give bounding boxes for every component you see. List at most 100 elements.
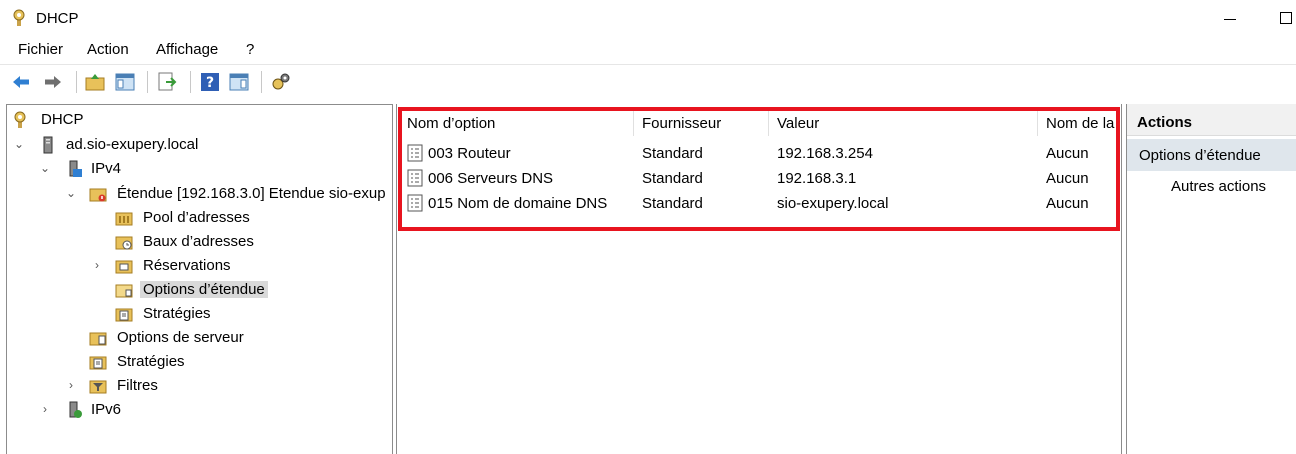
chevron-down-icon[interactable]: ⌄ (13, 137, 25, 151)
menu-help[interactable]: ? (246, 41, 254, 58)
reservations-icon (115, 260, 133, 274)
column-divider[interactable] (633, 110, 634, 136)
ipv4-icon (69, 160, 82, 177)
tree-item-leases[interactable]: Baux d’adresses (7, 231, 387, 253)
toolbar: ? (0, 64, 1296, 100)
table-row[interactable]: 015 Nom de domaine DNS Standard sio-exup… (397, 191, 1121, 216)
column-header-class-name[interactable]: Nom de la (1046, 115, 1114, 132)
tree-item-scope[interactable]: ⌄ Étendue [192.168.3.0] Etendue sio-exup (7, 183, 387, 205)
tree-item-pool[interactable]: Pool d’adresses (7, 207, 387, 229)
chevron-down-icon[interactable]: ⌄ (39, 161, 51, 175)
ipv6-icon (69, 401, 82, 418)
tree-label: Réservations (143, 257, 231, 274)
tree-label: ad.sio-exupery.local (66, 136, 199, 153)
cell-class-name: Aucun (1046, 170, 1089, 187)
dhcp-options-icon[interactable] (270, 71, 292, 93)
filters-icon (89, 380, 107, 394)
back-arrow-icon[interactable] (10, 71, 32, 93)
tree-label: Stratégies (117, 353, 185, 370)
column-divider[interactable] (1037, 110, 1038, 136)
column-header-vendor[interactable]: Fournisseur (642, 115, 721, 132)
maximize-button[interactable] (1276, 4, 1296, 32)
column-header-value[interactable]: Valeur (777, 115, 819, 132)
tree-label: Pool d’adresses (143, 209, 250, 226)
toolbar-separator (190, 71, 191, 93)
table-row[interactable]: 003 Routeur Standard 192.168.3.254 Aucun (397, 141, 1121, 166)
tree-item-filters[interactable]: › Filtres (7, 375, 387, 397)
tree-label: Stratégies (143, 305, 211, 322)
cell-value: 192.168.3.1 (777, 170, 857, 187)
menu-bar: Fichier Action Affichage ? (0, 36, 1296, 64)
cell-option-name: 003 Routeur (428, 145, 511, 162)
scope-folder-icon (89, 188, 107, 202)
cell-vendor: Standard (642, 170, 703, 187)
scope-options-icon (115, 284, 133, 298)
chevron-right-icon[interactable]: › (39, 402, 51, 416)
address-pool-icon (115, 212, 133, 226)
option-document-icon (407, 169, 423, 187)
svg-text:?: ? (206, 75, 214, 91)
menu-affichage[interactable]: Affichage (156, 41, 218, 58)
dhcp-app-icon (13, 9, 25, 26)
cell-class-name: Aucun (1046, 195, 1089, 212)
option-document-icon (407, 144, 423, 162)
tree-item-ipv6[interactable]: › IPv6 (7, 399, 387, 421)
option-document-icon (407, 194, 423, 212)
chevron-right-icon[interactable]: › (65, 378, 77, 392)
policies-icon (89, 356, 107, 370)
dhcp-icon (14, 111, 26, 128)
tree-label: IPv6 (91, 401, 122, 418)
cell-vendor: Standard (642, 195, 703, 212)
tree-label: Baux d’adresses (143, 233, 254, 250)
actions-title: Actions (1137, 114, 1193, 131)
column-header-option-name[interactable]: Nom d’option (407, 115, 495, 132)
toolbar-separator (261, 71, 262, 93)
more-actions-link[interactable]: Autres actions (1171, 178, 1266, 195)
export-list-icon[interactable] (156, 71, 178, 93)
server-icon (43, 136, 53, 154)
menu-fichier[interactable]: Fichier (18, 41, 63, 58)
actions-header: Actions (1127, 104, 1296, 136)
tree-label: IPv4 (91, 160, 122, 177)
chevron-down-icon[interactable]: ⌄ (65, 186, 77, 200)
chevron-right-icon[interactable]: › (91, 258, 103, 272)
cell-value: 192.168.3.254 (777, 145, 873, 162)
actions-pane: Actions Options d’étendue Autres actions (1126, 104, 1296, 454)
title-bar: DHCP (0, 0, 1296, 36)
policies-icon (115, 308, 133, 322)
cell-value: sio-exupery.local (777, 195, 889, 212)
tree-label: DHCP (41, 111, 84, 128)
cell-vendor: Standard (642, 145, 703, 162)
tree-item-ipv4[interactable]: ⌄ IPv4 (7, 158, 387, 180)
cell-class-name: Aucun (1046, 145, 1089, 162)
server-options-icon (89, 332, 107, 346)
tree-label: Filtres (117, 377, 158, 394)
window-title: DHCP (36, 10, 79, 27)
menu-action[interactable]: Action (87, 41, 129, 58)
minimize-button[interactable] (1218, 4, 1248, 32)
cell-option-name: 006 Serveurs DNS (428, 170, 554, 187)
tree-item-server-options[interactable]: Options de serveur (7, 327, 387, 349)
address-leases-icon (115, 236, 133, 250)
tree-item-scope-policies[interactable]: Stratégies (7, 303, 387, 325)
tree-item-server-policies[interactable]: Stratégies (7, 351, 387, 373)
action-pane-icon[interactable] (228, 71, 250, 93)
column-divider[interactable] (768, 110, 769, 136)
actions-section-scope-options[interactable]: Options d’étendue (1127, 139, 1296, 171)
show-hide-tree-icon[interactable] (114, 71, 136, 93)
help-icon[interactable]: ? (199, 71, 221, 93)
tree-item-dhcp[interactable]: DHCP (7, 109, 387, 131)
cell-option-name: 015 Nom de domaine DNS (428, 195, 608, 212)
actions-section-label: Options d’étendue (1139, 147, 1261, 164)
table-row[interactable]: 006 Serveurs DNS Standard 192.168.3.1 Au… (397, 166, 1121, 191)
options-list: Nom d’option Fournisseur Valeur Nom de l… (396, 104, 1122, 454)
tree-label: Options de serveur (117, 329, 244, 346)
tree-item-reservations[interactable]: › Réservations (7, 255, 387, 277)
tree-label: Étendue [192.168.3.0] Etendue sio-exup (117, 185, 386, 202)
toolbar-separator (76, 71, 77, 93)
tree-item-server[interactable]: ⌄ ad.sio-exupery.local (7, 134, 387, 156)
console-tree: DHCP ⌄ ad.sio-exupery.local ⌄ IPv4 ⌄ Éte… (6, 104, 393, 454)
forward-arrow-icon[interactable] (42, 71, 64, 93)
up-folder-icon[interactable] (84, 71, 106, 93)
tree-item-scope-options[interactable]: Options d’étendue (7, 279, 387, 301)
